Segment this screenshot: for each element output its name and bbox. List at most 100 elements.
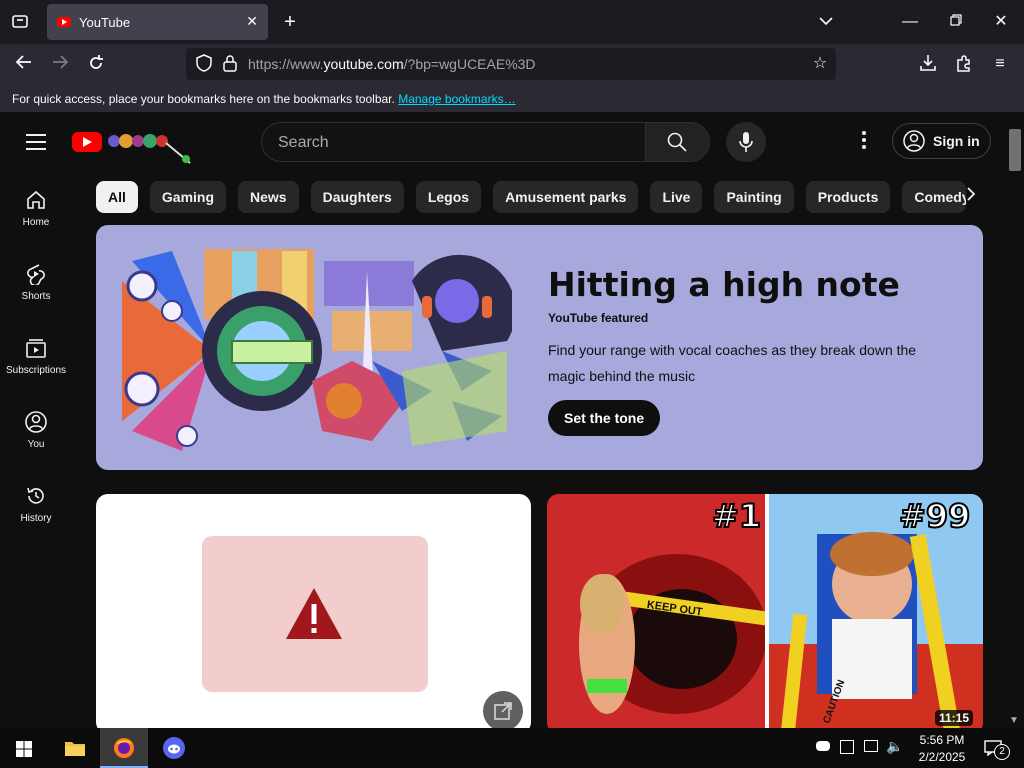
url-path: /?bp=wgUCEAE%3D — [403, 56, 536, 72]
tray-security-icon[interactable] — [840, 740, 854, 754]
banner-cta-button[interactable]: Set the tone — [548, 400, 661, 436]
badge-rank-1: #1 — [712, 497, 761, 535]
youtube-logo-icon[interactable] — [72, 132, 102, 152]
sidebar-label-you: You — [27, 439, 45, 450]
search-icon — [667, 132, 687, 152]
sidebar-item-history[interactable]: History — [0, 485, 72, 524]
subscriptions-icon — [26, 339, 46, 358]
taskbar-discord[interactable] — [150, 728, 198, 768]
banner-featured-label: YouTube featured — [548, 311, 649, 325]
page-scrollbar[interactable]: ▼ — [1006, 113, 1024, 728]
voice-search-button[interactable] — [726, 122, 766, 162]
chip-news[interactable]: News — [238, 181, 299, 213]
banner-description: Find your range with vocal coaches as th… — [548, 342, 917, 384]
microphone-icon — [739, 132, 753, 152]
close-tab-icon[interactable]: ✕ — [246, 13, 258, 30]
tracking-protection-shield-icon[interactable] — [194, 54, 214, 78]
chip-comedy[interactable]: Comedy — [902, 181, 967, 213]
search-input[interactable]: Search — [278, 134, 329, 152]
taskbar-firefox[interactable] — [100, 728, 148, 768]
list-tabs-chevron-icon[interactable] — [816, 12, 836, 32]
search-box[interactable]: Search — [261, 122, 710, 162]
action-center-button[interactable]: 2 — [982, 728, 1014, 768]
navigation-toolbar: https://www.youtube.com/?bp=wgUCEAE%3D ☆… — [0, 44, 1024, 84]
video-card-thumbnail[interactable]: KEEP OUT #1 #99 CAUTION 11:15 — [547, 494, 983, 728]
tray-network-icon[interactable] — [864, 740, 878, 752]
youtube-favicon-icon — [57, 17, 71, 27]
tab-youtube[interactable]: YouTube ✕ — [47, 4, 268, 40]
settings-more-icon[interactable] — [856, 131, 872, 155]
notification-count-badge: 2 — [994, 744, 1010, 760]
banner-artwork — [122, 249, 512, 451]
video-error-placeholder — [202, 536, 428, 692]
chip-daughters[interactable]: Daughters — [310, 181, 404, 213]
chip-bar: All Gaming News Daughters Legos Amusemen… — [96, 181, 967, 213]
sidebar-label-subscriptions: Subscriptions — [5, 365, 67, 376]
url-bar[interactable]: https://www.youtube.com/?bp=wgUCEAE%3D ☆ — [186, 48, 836, 80]
scrollbar-thumb[interactable] — [1009, 129, 1021, 171]
extensions-icon[interactable] — [954, 54, 974, 78]
manage-bookmarks-link[interactable]: Manage bookmarks… — [398, 92, 515, 106]
start-button[interactable] — [0, 728, 48, 768]
guide-menu-icon[interactable] — [26, 134, 46, 155]
open-external-button[interactable] — [483, 691, 523, 728]
history-icon — [27, 487, 44, 504]
badge-rank-99: #99 — [899, 497, 970, 535]
bookmark-star-icon[interactable]: ☆ — [810, 54, 830, 74]
chip-legos[interactable]: Legos — [415, 181, 482, 213]
tab-overview-icon[interactable] — [10, 12, 30, 36]
sidebar-label-history: History — [20, 513, 52, 524]
url-host: youtube.com — [323, 56, 404, 72]
tray-volume-icon[interactable]: 🔈 — [886, 738, 903, 755]
close-window-icon[interactable]: ✕ — [991, 12, 1011, 32]
chip-painting[interactable]: Painting — [714, 181, 794, 213]
bookmarks-toolbar: For quick access, place your bookmarks h… — [0, 84, 1024, 113]
bookmarks-hint-text: For quick access, place your bookmarks h… — [12, 92, 395, 106]
firefox-icon — [114, 738, 134, 758]
featured-banner[interactable]: Hitting a high note YouTube featured Fin… — [96, 225, 983, 470]
sign-in-button[interactable]: Sign in — [892, 123, 991, 159]
you-icon — [25, 411, 47, 433]
video-card-unavailable[interactable] — [96, 494, 531, 728]
system-tray: 🔈 — [810, 728, 910, 768]
url-text[interactable]: https://www.youtube.com/?bp=wgUCEAE%3D — [248, 56, 536, 72]
app-menu-icon[interactable]: ≡ — [990, 54, 1010, 74]
chip-live[interactable]: Live — [650, 181, 703, 213]
forward-icon[interactable] — [50, 54, 70, 76]
youtube-doodle-logo[interactable] — [104, 127, 196, 165]
back-icon[interactable] — [14, 54, 34, 76]
warning-icon — [286, 588, 342, 639]
downloads-icon[interactable] — [918, 54, 938, 78]
sidebar-item-home[interactable]: Home — [0, 189, 72, 228]
sidebar-item-shorts[interactable]: Shorts — [0, 263, 72, 302]
new-tab-icon[interactable]: + — [280, 12, 300, 32]
restore-icon[interactable] — [946, 12, 966, 32]
sign-in-label: Sign in — [933, 133, 980, 149]
clock-time: 5:56 PM — [919, 733, 965, 747]
chip-products[interactable]: Products — [805, 181, 891, 213]
chip-amusement-parks[interactable]: Amusement parks — [493, 181, 639, 213]
open-external-icon — [494, 702, 512, 720]
home-icon — [27, 190, 45, 209]
search-button[interactable] — [645, 123, 709, 161]
minimize-icon[interactable]: — — [900, 12, 920, 32]
sidebar-item-you[interactable]: You — [0, 411, 72, 450]
folder-icon — [65, 742, 85, 756]
account-circle-icon — [903, 130, 925, 152]
lock-icon[interactable] — [220, 54, 240, 78]
clock[interactable]: 5:56 PM 2/2/2025 — [912, 728, 972, 768]
chip-next-chevron-icon[interactable] — [966, 187, 976, 206]
video-thumbnail-image: KEEP OUT #1 #99 CAUTION — [547, 494, 983, 728]
chip-gaming[interactable]: Gaming — [149, 181, 227, 213]
tray-discord-icon[interactable] — [816, 741, 830, 751]
scroll-down-arrow-icon[interactable]: ▼ — [1009, 715, 1019, 726]
sidebar-item-subscriptions[interactable]: Subscriptions — [0, 337, 72, 376]
tab-title: YouTube — [79, 14, 131, 30]
browser-tab-bar: YouTube ✕ + — ✕ — [0, 0, 1024, 44]
clock-date: 2/2/2025 — [918, 750, 966, 764]
taskbar-file-explorer[interactable] — [52, 728, 100, 768]
chip-all[interactable]: All — [96, 181, 138, 213]
sidebar-label-home: Home — [22, 217, 50, 228]
reload-icon[interactable] — [86, 54, 106, 78]
banner-title: Hitting a high note — [548, 265, 900, 304]
